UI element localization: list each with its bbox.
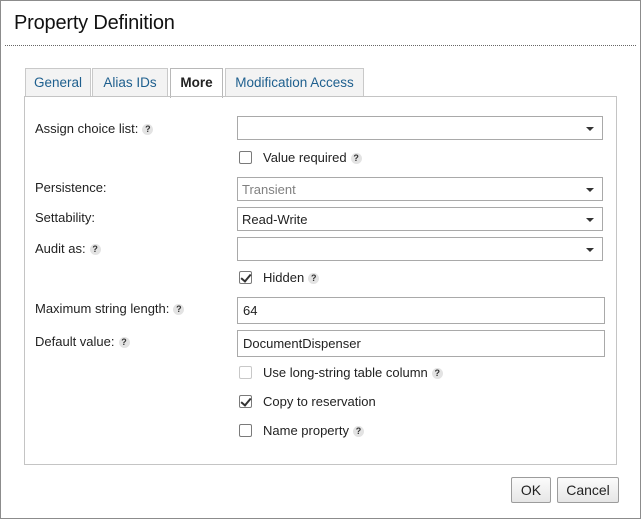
tab-general[interactable]: General (25, 68, 91, 96)
value-required-checkbox[interactable] (239, 151, 252, 164)
max-string-length-label-text: Maximum string length: (35, 301, 170, 316)
long-string-label-text: Use long-string table column (263, 365, 428, 380)
assign-choice-list-select[interactable] (237, 116, 603, 140)
assign-choice-list-label-text: Assign choice list: (35, 121, 139, 136)
name-property-label-text: Name property (263, 423, 349, 438)
long-string-checkbox[interactable] (239, 366, 252, 379)
hidden-label-text: Hidden (263, 270, 305, 285)
hidden-checkbox[interactable] (239, 271, 252, 284)
help-icon[interactable]: ? (350, 153, 362, 165)
copy-to-reservation-checkbox[interactable] (239, 395, 252, 408)
settability-label: Settability: (35, 210, 95, 225)
copy-to-reservation-label: Copy to reservation (263, 394, 376, 409)
help-icon[interactable]: ? (118, 337, 130, 349)
audit-as-label: Audit as:? (35, 241, 101, 256)
help-icon[interactable]: ? (142, 124, 154, 136)
chevron-down-icon (586, 248, 594, 252)
property-definition-dialog: Property Definition General Alias IDs Mo… (0, 0, 641, 519)
persistence-label: Persistence: (35, 180, 107, 195)
chevron-down-icon (586, 218, 594, 222)
dialog-title: Property Definition (14, 12, 175, 34)
help-icon[interactable]: ? (352, 426, 364, 438)
help-icon[interactable]: ? (173, 304, 185, 316)
default-value-label-text: Default value: (35, 334, 115, 349)
persistence-select[interactable]: Transient (237, 177, 603, 201)
chevron-down-icon (586, 188, 594, 192)
long-string-label: Use long-string table column? (263, 365, 443, 380)
tab-alias-ids[interactable]: Alias IDs (92, 68, 168, 96)
settability-select[interactable]: Read-Write (237, 207, 603, 231)
max-string-length-input[interactable]: 64 (237, 297, 605, 324)
chevron-down-icon (586, 127, 594, 131)
tab-modification-access[interactable]: Modification Access (225, 68, 364, 96)
hidden-label: Hidden? (263, 270, 320, 285)
default-value-input[interactable]: DocumentDispenser (237, 330, 605, 357)
help-icon[interactable]: ? (308, 273, 320, 285)
name-property-label: Name property? (263, 423, 364, 438)
max-string-length-label: Maximum string length:? (35, 301, 185, 316)
value-required-label-text: Value required (263, 150, 347, 165)
settability-value: Read-Write (242, 212, 308, 227)
persistence-value: Transient (242, 182, 296, 197)
value-required-label: Value required? (263, 150, 362, 165)
title-divider (5, 45, 636, 46)
ok-button[interactable]: OK (511, 477, 551, 503)
audit-as-select[interactable] (237, 237, 603, 261)
name-property-checkbox[interactable] (239, 424, 252, 437)
help-icon[interactable]: ? (431, 368, 443, 380)
tab-more[interactable]: More (170, 68, 223, 98)
cancel-button[interactable]: Cancel (557, 477, 619, 503)
assign-choice-list-label: Assign choice list:? (35, 121, 154, 136)
audit-as-label-text: Audit as: (35, 241, 86, 256)
help-icon[interactable]: ? (89, 244, 101, 256)
default-value-label: Default value:? (35, 334, 130, 349)
